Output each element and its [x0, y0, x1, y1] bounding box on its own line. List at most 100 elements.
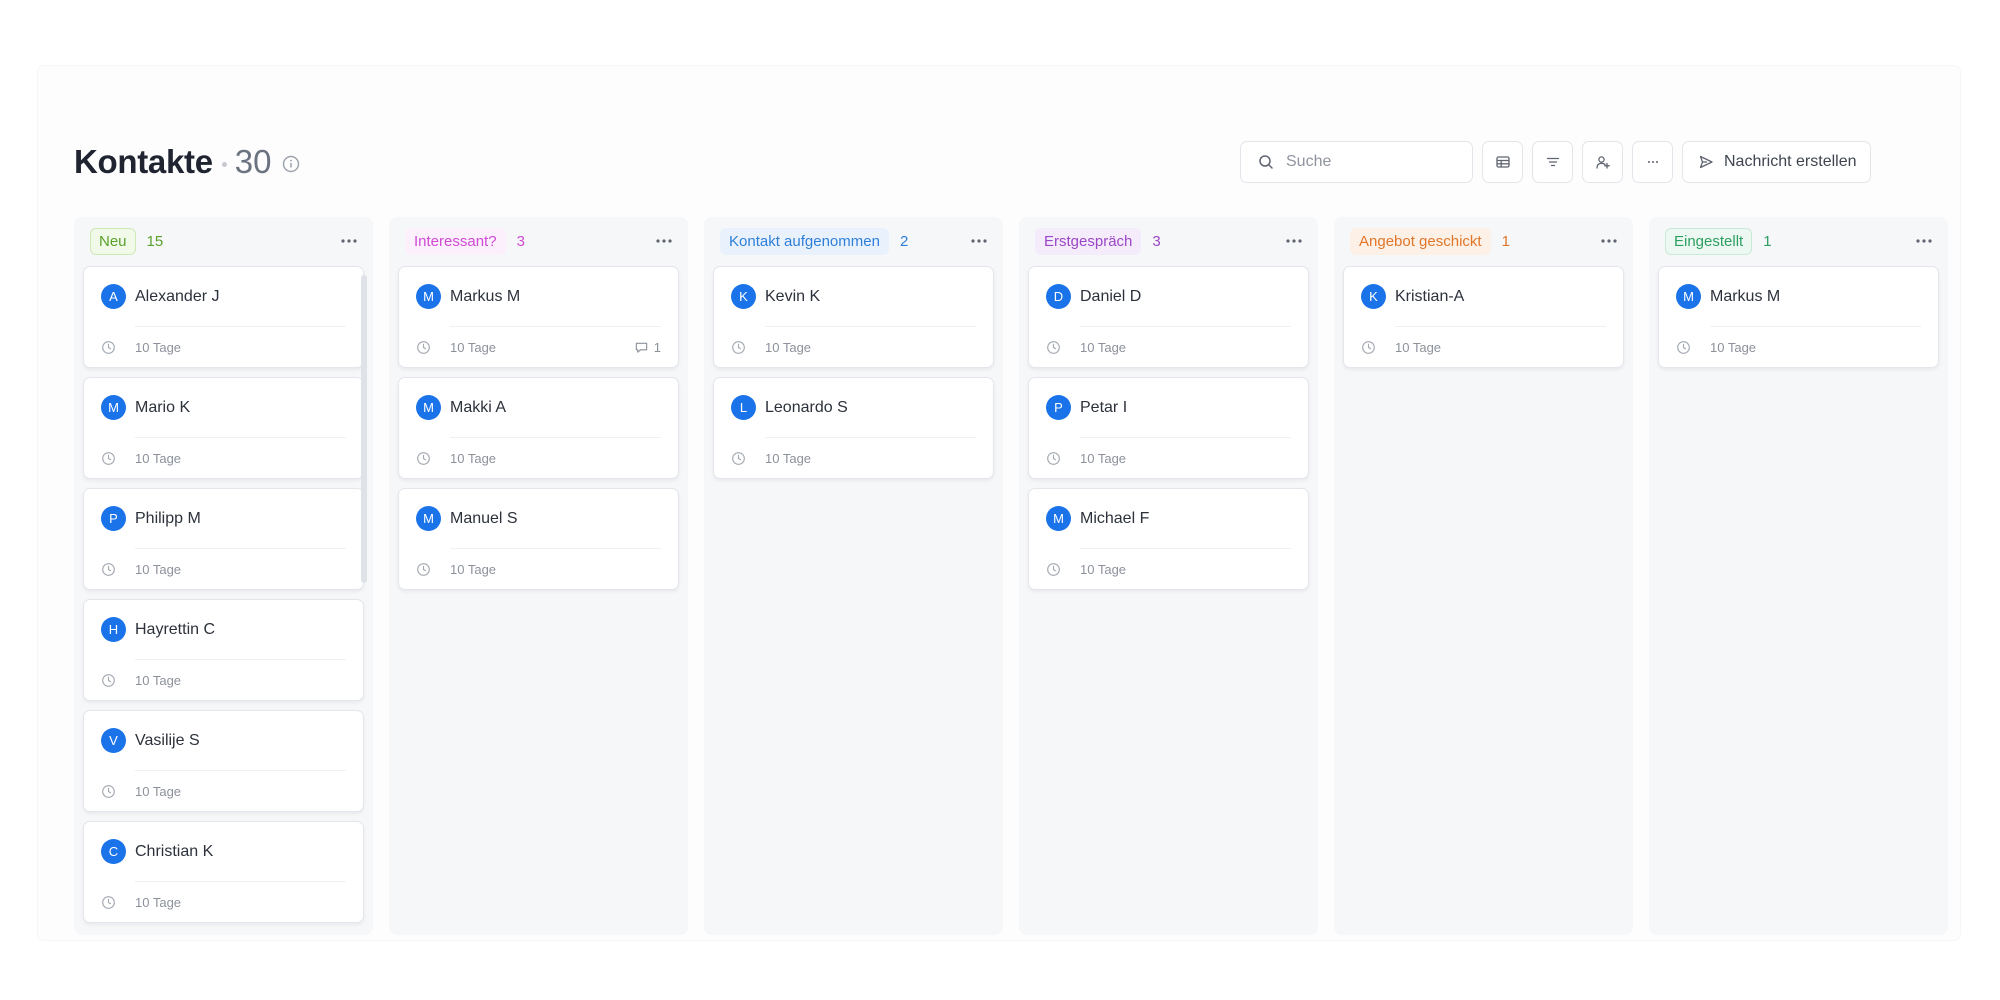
card-footer: 10 Tage: [101, 327, 346, 367]
contact-card[interactable]: A Alexander J 10 Tage: [83, 266, 364, 368]
kanban-column: Kontakt aufgenommen 2 K Kevin K 10 Tage L Leon…: [704, 217, 1003, 935]
contact-card[interactable]: H Hayrettin C 10 Tage: [83, 599, 364, 701]
comment-count[interactable]: 1: [634, 340, 661, 355]
search-input[interactable]: [1286, 153, 1456, 171]
card-footer: 10 Tage: [731, 327, 976, 367]
column-status-label: Neu: [90, 227, 136, 255]
contact-name: Mario K: [135, 398, 191, 416]
column-status-label: Erstgespräch: [1035, 227, 1142, 255]
column-menu-button[interactable]: [1598, 232, 1620, 250]
clock-icon: [102, 340, 115, 354]
avatar: M: [416, 395, 441, 420]
contact-age: 10 Tage: [135, 339, 182, 355]
card-footer: 10 Tage 1: [416, 327, 661, 367]
clock-icon: [1047, 340, 1060, 354]
contact-age: 10 Tage: [135, 561, 182, 577]
contact-card[interactable]: V Vasilije S 10 Tage: [83, 710, 364, 812]
column-menu-button[interactable]: [968, 232, 990, 250]
column-menu-button[interactable]: [1913, 232, 1935, 250]
column-count: 3: [1152, 232, 1161, 250]
search-box[interactable]: [1240, 141, 1473, 183]
kanban-column: Erstgespräch 3 D Daniel D 10 Tage P Petar I 10 …: [1019, 217, 1318, 935]
column-menu-button[interactable]: [338, 232, 360, 250]
contact-card[interactable]: M Markus M 10 Tage: [1658, 266, 1939, 368]
contact-card[interactable]: M Manuel S 10 Tage: [398, 488, 679, 590]
contact-card[interactable]: K Kevin K 10 Tage: [713, 266, 994, 368]
create-message-label: Nachricht erstellen: [1724, 153, 1857, 170]
card-header: M Makki A: [416, 378, 661, 438]
clock-icon: [1362, 340, 1375, 354]
column-menu-button[interactable]: [1283, 232, 1305, 250]
search-icon: [1259, 155, 1273, 169]
card-footer: 10 Tage: [1361, 327, 1606, 367]
column-menu-button[interactable]: [653, 232, 675, 250]
filter-button[interactable]: [1532, 141, 1573, 183]
info-icon[interactable]: [282, 155, 300, 173]
card-footer: 10 Tage: [1046, 327, 1291, 367]
contact-card[interactable]: M Mario K 10 Tage: [83, 377, 364, 479]
clock-icon: [1047, 451, 1060, 465]
contact-card[interactable]: K Kristian-A 10 Tage: [1343, 266, 1624, 368]
contact-card[interactable]: M Makki A 10 Tage: [398, 377, 679, 479]
column-header: Neu 15: [83, 225, 364, 257]
card-header: P Petar I: [1046, 378, 1291, 438]
clock-icon: [102, 562, 115, 576]
contact-age: 10 Tage: [1395, 339, 1442, 355]
column-header: Erstgespräch 3: [1028, 225, 1309, 257]
contact-age: 10 Tage: [1710, 339, 1757, 355]
contact-card[interactable]: M Michael F 10 Tage: [1028, 488, 1309, 590]
contact-card[interactable]: M Markus M 10 Tage 1: [398, 266, 679, 368]
more-horizontal-icon: [1601, 239, 1617, 243]
contact-card[interactable]: D Daniel D 10 Tage: [1028, 266, 1309, 368]
contact-name: Hayrettin C: [135, 620, 216, 638]
contact-age: 10 Tage: [450, 339, 497, 355]
column-scrollbar[interactable]: [361, 275, 367, 583]
card-footer: 10 Tage: [101, 771, 346, 811]
card-footer: 10 Tage: [1046, 438, 1291, 478]
clock-icon: [102, 451, 115, 465]
avatar: P: [1046, 395, 1071, 420]
avatar: L: [731, 395, 756, 420]
card-header: M Mario K: [101, 378, 346, 438]
contact-name: Michael F: [1080, 509, 1150, 527]
contact-name: Kristian-A: [1395, 287, 1465, 305]
clock-icon: [1047, 562, 1060, 576]
contact-name: Philipp M: [135, 509, 201, 527]
contact-name: Markus M: [450, 287, 521, 305]
clock-icon: [417, 451, 430, 465]
more-horizontal-icon: [1916, 239, 1932, 243]
column-count: 2: [899, 232, 909, 250]
more-options-button[interactable]: [1632, 141, 1673, 183]
clock-icon: [102, 784, 115, 798]
card-footer: 10 Tage: [1046, 549, 1291, 589]
contacts-count: 30: [234, 143, 272, 180]
contact-card[interactable]: P Philipp M 10 Tage: [83, 488, 364, 590]
column-header: Interessant? 3: [398, 225, 679, 257]
toolbar: Nachricht erstellen: [1240, 141, 1871, 183]
contact-card[interactable]: C Christian K 10 Tage: [83, 821, 364, 923]
avatar: M: [1046, 506, 1071, 531]
avatar: K: [1361, 284, 1386, 309]
column-header: Kontakt aufgenommen 2: [713, 225, 994, 257]
contact-name: Petar I: [1080, 398, 1128, 416]
table-icon: [1495, 156, 1510, 168]
contact-age: 10 Tage: [450, 561, 497, 577]
avatar: K: [731, 284, 756, 309]
contact-card[interactable]: L Leonardo S 10 Tage: [713, 377, 994, 479]
contact-card[interactable]: P Petar I 10 Tage: [1028, 377, 1309, 479]
avatar: A: [101, 284, 126, 309]
more-horizontal-icon: [656, 239, 672, 243]
card-header: H Hayrettin C: [101, 600, 346, 660]
column-count: 3: [516, 232, 525, 250]
add-user-button[interactable]: [1582, 141, 1623, 183]
comment-count-value: 1: [653, 339, 661, 355]
create-message-button[interactable]: Nachricht erstellen: [1682, 141, 1871, 183]
contact-age: 10 Tage: [450, 450, 497, 466]
kanban-column: Angebot geschickt 1 K Kristian-A 10 Tage: [1334, 217, 1633, 935]
column-header: Eingestellt 1: [1658, 225, 1939, 257]
contact-name: Manuel S: [450, 509, 518, 527]
table-view-button[interactable]: [1482, 141, 1523, 183]
contact-age: 10 Tage: [1080, 339, 1127, 355]
card-header: V Vasilije S: [101, 711, 346, 771]
contact-name: Leonardo S: [765, 398, 848, 416]
